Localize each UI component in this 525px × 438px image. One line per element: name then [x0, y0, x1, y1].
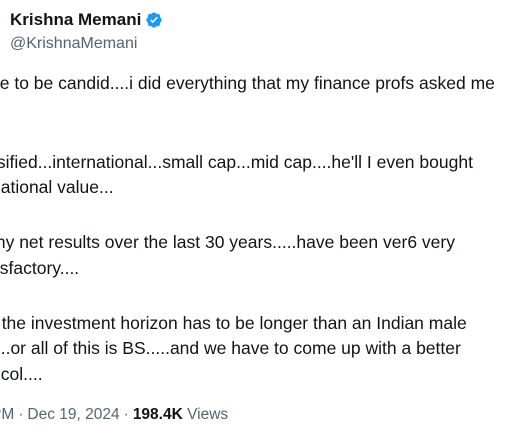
author-name-row: Krishna Memani: [10, 9, 163, 31]
views-label: Views: [187, 406, 229, 423]
tweet-card: Krishna Memani @KrishnaMemani ve to be c…: [0, 0, 525, 438]
tweet-header: Krishna Memani @KrishnaMemani: [10, 9, 163, 54]
tweet-text-line: ....or all of this is BS.....and we have…: [0, 338, 461, 358]
views-count: 198.4K: [132, 406, 183, 423]
tweet-date[interactable]: Dec 19, 2024: [27, 406, 119, 423]
meta-separator: ·: [18, 406, 24, 423]
tweet-text-line: tisfactory....: [0, 258, 80, 278]
tweet-metadata: PM·Dec 19, 2024·198.4K Views: [0, 404, 228, 426]
verified-badge-icon: [145, 11, 163, 29]
tweet-text-line: national value...: [0, 177, 114, 197]
tweet-time[interactable]: PM: [0, 406, 14, 423]
meta-separator: ·: [123, 406, 129, 423]
author-display-name[interactable]: Krishna Memani: [10, 9, 141, 31]
tweet-text-line: ocol....: [0, 364, 43, 384]
tweet-text-line: my net results over the last 30 years...…: [0, 232, 455, 252]
tweet-text-line: ve to be candid....i did everything that…: [0, 73, 495, 93]
tweet-text-line: rsified...international...small cap...mi…: [0, 152, 473, 172]
tweet-text-line: r the investment horizon has to be longe…: [0, 313, 467, 333]
author-handle[interactable]: @KrishnaMemani: [10, 34, 163, 54]
